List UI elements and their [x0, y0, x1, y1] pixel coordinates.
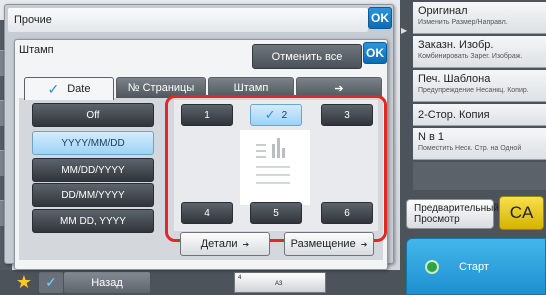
format-mm-dd-yyyy[interactable]: MM/DD/YYYY [32, 158, 154, 182]
right-item-title: 2-Стор. Копия [418, 109, 490, 121]
right-item-empty [413, 162, 546, 190]
preview-label: Предварительный Просмотр [414, 203, 499, 225]
right-item-title: N в 1 [418, 131, 445, 143]
outer-ok-button[interactable]: OK [368, 7, 392, 29]
right-item-original[interactable]: Оригинал Изменить Размер/Направл. [413, 2, 546, 34]
preview-button[interactable]: Предварительный Просмотр [406, 199, 499, 229]
start-label: Старт [459, 260, 489, 273]
paper-count: 4 [238, 275, 242, 281]
right-item-title: Печ. Шаблона [418, 73, 491, 85]
format-mm-dd-comma-yyyy[interactable]: MM DD, YYYY [32, 209, 154, 233]
start-icon [425, 259, 439, 274]
details-button[interactable]: Детали ➔ [180, 232, 270, 256]
right-item-subtitle: Предупреждение Несанкц. Копир. [418, 87, 529, 94]
checkmark-icon: ✓ [47, 80, 60, 97]
tab-label: Штамп [233, 82, 269, 94]
right-item-title: Заказн. Изобр. [418, 39, 494, 51]
back-button[interactable]: Назад [64, 272, 150, 293]
format-dd-mm-yyyy[interactable]: DD/MM/YYYY [32, 183, 154, 207]
highlight-frame [165, 95, 387, 242]
placement-button[interactable]: Размещение ➔ [284, 232, 374, 256]
other-dialog-title: Прочие [8, 8, 368, 32]
tab-label: Date [67, 83, 91, 95]
start-button[interactable]: Старт [406, 238, 546, 295]
format-off[interactable]: Off [32, 103, 154, 127]
stamp-dialog-title: Штамп [19, 44, 54, 56]
right-item-subtitle: Поместить Неск. Стр. на Одной [418, 145, 522, 152]
arrow-right-icon: ➔ [360, 239, 368, 249]
placement-label: Размещение [290, 238, 356, 250]
arrow-right-icon: ➔ [242, 239, 250, 249]
right-item-subtitle: Изменить Размер/Направл. [418, 19, 508, 26]
right-item-pattern-print[interactable]: Печ. Шаблона Предупреждение Несанкц. Коп… [413, 70, 546, 102]
right-item-title: Оригинал [418, 5, 468, 17]
format-yyyy-mm-dd[interactable]: YYYY/MM/DD [32, 131, 154, 155]
right-item-n-up[interactable]: N в 1 Поместить Неск. Стр. на Одной [413, 128, 546, 160]
cancel-all-button[interactable]: Отменить все [252, 44, 362, 69]
checkmark-icon[interactable]: ✓ [39, 272, 63, 293]
clear-all-button[interactable]: CA [499, 196, 544, 230]
tab-label: № Страницы [127, 82, 195, 94]
right-item-custom-image[interactable]: Заказн. Изобр. Комбинировать Зарег. Изоб… [413, 36, 546, 68]
right-item-duplex-copy[interactable]: 2-Стор. Копия [413, 104, 546, 126]
paper-indicator: 4 A3 [234, 272, 326, 293]
star-icon[interactable]: ★ [14, 272, 34, 292]
details-label: Детали [200, 238, 238, 250]
tab-date[interactable]: ✓ Date [24, 77, 114, 100]
paper-size: A3 [275, 281, 283, 287]
right-item-subtitle: Комбинировать Зарег. Изображ. [418, 53, 523, 60]
collapse-arrow-icon[interactable]: ▶ [401, 26, 409, 36]
arrow-right-icon: ➔ [334, 82, 344, 95]
inner-ok-button[interactable]: OK [363, 42, 387, 64]
